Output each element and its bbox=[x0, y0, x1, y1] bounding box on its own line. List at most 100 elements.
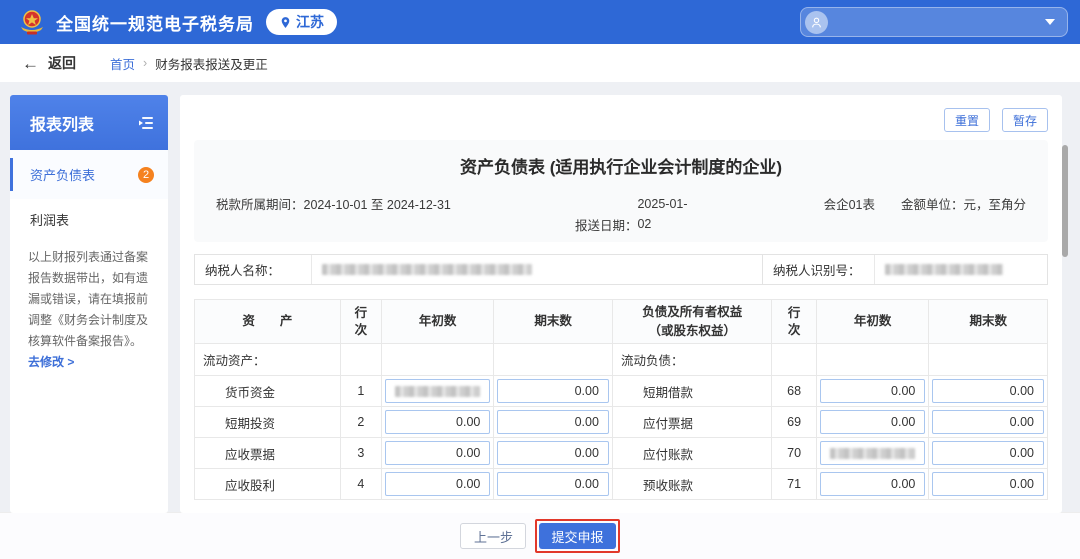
balance-sheet-table: 资 产 行次 年初数 期末数 负债及所有者权益 （或股东权益） 行次 年初数 期… bbox=[194, 299, 1048, 500]
asset-opening-input[interactable]: 0.00 bbox=[384, 441, 491, 465]
form-title: 资产负债表 (适用执行企业会计制度的企业) bbox=[459, 158, 783, 177]
table-row: 短期投资 2 0.00 0.00 应付票据 69 0.00 0.00 bbox=[194, 406, 1048, 438]
previous-step-button[interactable]: 上一步 bbox=[460, 523, 527, 549]
liability-closing-input-cell: 0.00 bbox=[928, 437, 1048, 469]
sidebar-item-balance-sheet[interactable]: 资产负债表 2 bbox=[10, 150, 168, 199]
empty-cell bbox=[380, 343, 495, 376]
liability-opening-input-cell: 0.00 bbox=[815, 468, 930, 500]
redacted-taxpayer-id bbox=[885, 264, 1003, 275]
avatar bbox=[805, 10, 828, 34]
col-header-asset: 资 产 bbox=[194, 299, 341, 344]
sidebar-title: 报表列表 bbox=[30, 116, 95, 134]
form-toolbar: 重置 暂存 bbox=[180, 95, 1062, 138]
liability-opening-input-cell: 0.00 bbox=[815, 406, 930, 438]
reset-button[interactable]: 重置 bbox=[943, 108, 990, 132]
col-header-opening: 年初数 bbox=[815, 299, 930, 344]
tax-period-label: 税款所属期间： bbox=[216, 198, 304, 212]
chevron-down-icon bbox=[1045, 19, 1055, 25]
asset-closing-input[interactable]: 0.00 bbox=[497, 441, 609, 465]
col-header-opening: 年初数 bbox=[380, 299, 495, 344]
liability-closing-input[interactable]: 0.00 bbox=[932, 441, 1044, 465]
app-header: 全国统一规范电子税务局 江苏 bbox=[0, 0, 1080, 44]
breadcrumb-home-link[interactable]: 首页 bbox=[110, 54, 135, 73]
region-selector[interactable]: 江苏 bbox=[266, 9, 337, 35]
liability-opening-input-cell bbox=[815, 437, 930, 469]
asset-opening-input[interactable]: 0.00 bbox=[384, 410, 491, 434]
asset-opening-input[interactable] bbox=[384, 379, 491, 403]
report-date: 报送日期： 2025-01-02 bbox=[575, 194, 700, 234]
asset-opening-input-cell: 0.00 bbox=[380, 437, 495, 469]
asset-closing-input-cell: 0.00 bbox=[493, 437, 613, 469]
annotation-highlight-box: 提交申报 bbox=[535, 519, 620, 553]
liability-opening-input[interactable]: 0.00 bbox=[819, 472, 926, 496]
scrollbar-thumb[interactable] bbox=[1062, 145, 1068, 257]
col-header-closing: 期末数 bbox=[928, 299, 1048, 344]
liability-closing-input-cell: 0.00 bbox=[928, 375, 1048, 407]
sidebar-note: 以上财报列表通过备案报告数据带出，如有遗漏或错误，请在填报前调整《财务会计制度及… bbox=[10, 239, 168, 373]
breadcrumb-bar: ← 返回 首页 › 财务报表报送及更正 bbox=[0, 44, 1080, 82]
asset-closing-input[interactable]: 0.00 bbox=[497, 379, 609, 403]
liability-name: 预收账款 bbox=[611, 468, 773, 500]
asset-name: 短期投资 bbox=[194, 406, 341, 438]
breadcrumb-separator: › bbox=[143, 56, 148, 70]
liability-name: 短期借款 bbox=[611, 375, 773, 407]
liability-row-number: 69 bbox=[771, 406, 817, 438]
taxpayer-id-value bbox=[875, 255, 1047, 284]
user-account-menu[interactable] bbox=[800, 7, 1068, 37]
liability-opening-input[interactable] bbox=[819, 441, 926, 465]
asset-closing-input[interactable]: 0.00 bbox=[497, 472, 609, 496]
liability-opening-input[interactable]: 0.00 bbox=[819, 379, 926, 403]
form-meta-row: 税款所属期间：2024-10-01 至 2024-12-31 报送日期： 202… bbox=[216, 194, 1026, 234]
col-header-closing: 期末数 bbox=[493, 299, 613, 344]
back-label: 返回 bbox=[48, 55, 76, 71]
breadcrumb-current: 财务报表报送及更正 bbox=[155, 57, 268, 72]
liability-closing-input[interactable]: 0.00 bbox=[932, 379, 1044, 403]
form-title-card: 资产负债表 (适用执行企业会计制度的企业) 税款所属期间：2024-10-01 … bbox=[194, 140, 1048, 242]
redacted-amount bbox=[829, 447, 916, 459]
tax-bureau-logo bbox=[21, 10, 43, 35]
asset-name: 货币资金 bbox=[194, 375, 341, 407]
table-header-row: 资 产 行次 年初数 期末数 负债及所有者权益 （或股东权益） 行次 年初数 期… bbox=[194, 299, 1048, 344]
hold-save-button[interactable]: 暂存 bbox=[1001, 108, 1048, 132]
row-number bbox=[339, 343, 382, 376]
sidebar-item-income-statement[interactable]: 利润表 bbox=[10, 199, 168, 239]
redacted-amount bbox=[394, 385, 481, 397]
form-panel: 重置 暂存 资产负债表 (适用执行企业会计制度的企业) 税款所属期间：2024-… bbox=[180, 95, 1062, 513]
liability-row-number: 68 bbox=[771, 375, 817, 407]
back-arrow-icon: ← bbox=[22, 53, 39, 73]
report-list-sidebar: 报表列表 资产负债表 2 利润表 以上财报列表通过备案报告数据带出，如有遗漏或错… bbox=[10, 95, 168, 513]
asset-opening-input-cell bbox=[380, 375, 495, 407]
collapse-panel-icon[interactable] bbox=[138, 116, 154, 130]
liability-closing-input[interactable]: 0.00 bbox=[932, 472, 1044, 496]
asset-opening-input-cell: 0.00 bbox=[380, 468, 495, 500]
taxpayer-info-row: 纳税人名称： 纳税人识别号： bbox=[194, 254, 1048, 285]
taxpayer-name-label: 纳税人名称： bbox=[195, 255, 312, 284]
redacted-taxpayer-name bbox=[322, 264, 532, 275]
liability-row-number: 70 bbox=[771, 437, 817, 469]
asset-closing-input-cell: 0.00 bbox=[493, 406, 613, 438]
asset-closing-input[interactable]: 0.00 bbox=[497, 410, 609, 434]
liability-closing-input[interactable]: 0.00 bbox=[932, 410, 1044, 434]
submit-declaration-button[interactable]: 提交申报 bbox=[539, 523, 616, 549]
asset-opening-input[interactable]: 0.00 bbox=[384, 472, 491, 496]
table-row: 货币资金 1 0.00 短期借款 68 0.00 0.00 bbox=[194, 375, 1048, 407]
form-meta-right: 会企01表 金额单位：元，至角分 bbox=[824, 194, 1026, 213]
table-row: 应收票据 3 0.00 0.00 应付账款 70 0.00 bbox=[194, 437, 1048, 469]
liability-name: 应付票据 bbox=[611, 406, 773, 438]
liability-section-label: 流动负债： bbox=[611, 343, 773, 376]
table-row: 应收股利 4 0.00 0.00 预收账款 71 0.00 0.00 bbox=[194, 468, 1048, 500]
report-date-value: 2025-01-02 bbox=[637, 197, 688, 231]
asset-row-number: 2 bbox=[339, 406, 382, 438]
unit-note: 金额单位：元，至角分 bbox=[900, 198, 1026, 212]
go-modify-link[interactable]: 去修改 > bbox=[28, 355, 74, 369]
asset-section-label: 流动资产： bbox=[194, 343, 341, 376]
asset-closing-input-cell: 0.00 bbox=[493, 375, 613, 407]
asset-row-number: 1 bbox=[339, 375, 382, 407]
liability-closing-input-cell: 0.00 bbox=[928, 406, 1048, 438]
form-code: 会企01表 bbox=[823, 198, 875, 212]
back-button[interactable]: ← 返回 bbox=[22, 53, 76, 73]
empty-cell bbox=[815, 343, 930, 376]
liability-name: 应付账款 bbox=[611, 437, 773, 469]
col-header-liability: 负债及所有者权益 （或股东权益） bbox=[611, 299, 773, 344]
liability-opening-input[interactable]: 0.00 bbox=[819, 410, 926, 434]
